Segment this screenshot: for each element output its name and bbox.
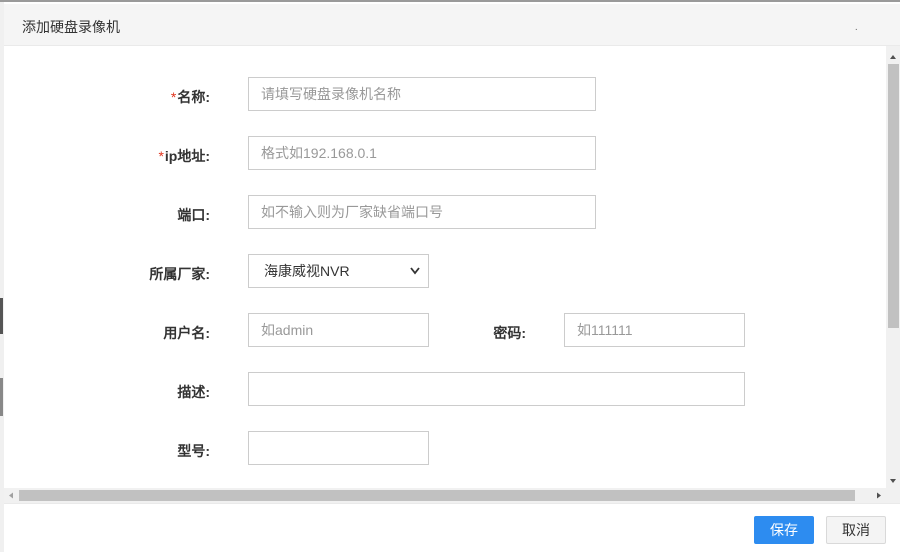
required-mark: * [170,89,177,105]
scroll-up-icon[interactable] [886,50,900,64]
username-input[interactable] [248,313,429,347]
vendor-selected-value: 海康威视NVR [264,263,350,279]
dialog-footer: 保存 取消 [4,503,900,552]
vendor-label: 所属厂家: [149,266,210,282]
horizontal-scrollbar[interactable] [4,488,886,503]
vertical-scrollbar[interactable] [886,46,900,488]
scroll-left-icon[interactable] [4,488,18,503]
username-label: 用户名: [163,325,210,341]
vendor-select[interactable]: 海康威视NVR [248,254,429,288]
dialog-header: 添加硬盘录像机 · [4,4,900,46]
password-label: 密码: [493,325,526,341]
password-input[interactable] [564,313,745,347]
model-input[interactable] [248,431,429,465]
background-mark [0,378,3,416]
close-icon[interactable]: · [855,24,858,35]
horizontal-scroll-thumb[interactable] [19,490,855,501]
background-mark [0,298,3,334]
description-label: 描述: [177,384,210,400]
port-input[interactable] [248,195,596,229]
model-label: 型号: [177,443,210,459]
vertical-scroll-thumb[interactable] [888,64,899,328]
ip-label: *ip地址: [158,148,210,164]
port-label: 端口: [177,207,210,223]
cancel-button[interactable]: 取消 [826,516,886,544]
name-label: *名称: [170,89,210,105]
add-nvr-dialog: 添加硬盘录像机 · *名称: *ip地址: 端口: 所属厂家: 海康威视NVR … [0,0,900,552]
chevron-down-icon [410,267,420,275]
scrollbar-corner [886,488,900,503]
dialog-title: 添加硬盘录像机 [22,19,120,35]
form-area: *名称: *ip地址: 端口: 所属厂家: 海康威视NVR 用户名: 密码: 描… [4,46,886,488]
save-button[interactable]: 保存 [754,516,814,544]
name-input[interactable] [248,77,596,111]
ip-input[interactable] [248,136,596,170]
description-input[interactable] [248,372,745,406]
required-mark: * [158,148,164,164]
scroll-right-icon[interactable] [872,488,886,503]
scroll-down-icon[interactable] [886,474,900,488]
